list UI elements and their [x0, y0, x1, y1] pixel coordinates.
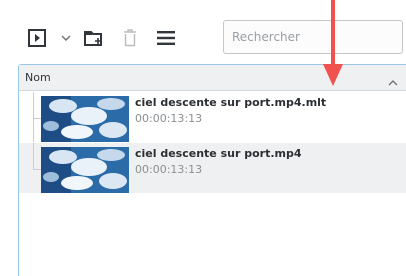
hamburger-menu-icon: [156, 30, 176, 46]
tree-branch-line: [33, 92, 34, 142]
trash-icon: [123, 29, 137, 47]
add-folder-icon: [84, 29, 104, 47]
tree-branch-line: [33, 169, 41, 170]
list-item[interactable]: ciel descente sur port.mp4 00:00:13:13: [19, 143, 406, 193]
clip-thumbnail: [41, 96, 129, 142]
tree-branch-line: [33, 143, 34, 169]
delete-button[interactable]: [120, 27, 140, 49]
search-input[interactable]: [223, 20, 403, 54]
add-folder-button[interactable]: [83, 27, 105, 49]
sort-ascending-icon: [388, 72, 398, 91]
project-bin-list[interactable]: Nom ciel descente sur port.mp4.mlt 00:00…: [18, 64, 406, 276]
clip-thumbnail: [41, 147, 129, 193]
column-header-name[interactable]: Nom: [19, 65, 406, 91]
project-bin-toolbar: [0, 0, 406, 66]
tree-branch-line: [33, 118, 41, 119]
clip-title: ciel descente sur port.mp4.mlt: [135, 96, 327, 109]
clip-duration: 00:00:13:13: [135, 112, 203, 125]
column-header-label: Nom: [25, 71, 51, 84]
list-item[interactable]: ciel descente sur port.mp4.mlt 00:00:13:…: [19, 92, 406, 142]
chevron-down-icon: [60, 33, 72, 43]
clip-duration: 00:00:13:13: [135, 163, 203, 176]
clip-title: ciel descente sur port.mp4: [135, 147, 302, 160]
add-clip-icon: [28, 29, 46, 47]
add-clip-button[interactable]: [26, 27, 48, 49]
menu-button[interactable]: [154, 27, 178, 49]
add-clip-dropdown[interactable]: [58, 30, 74, 46]
